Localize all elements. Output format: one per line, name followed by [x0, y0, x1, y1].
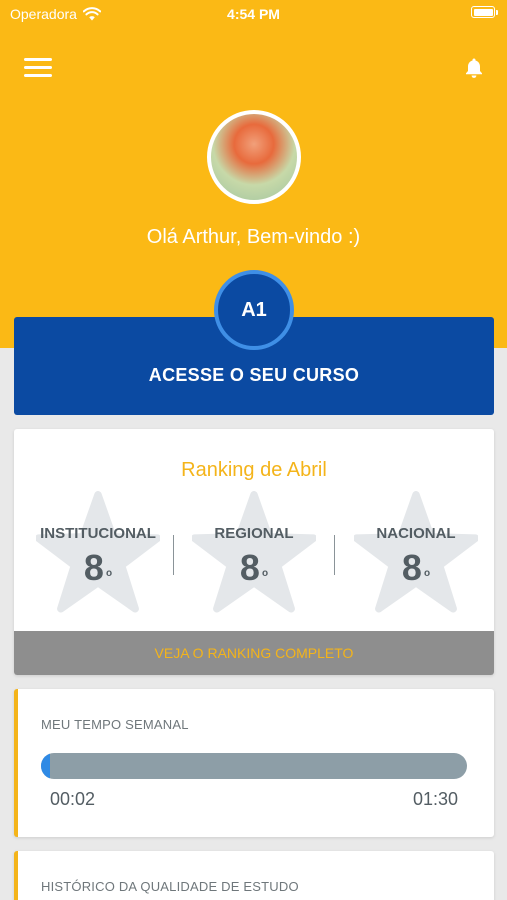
ranking-national: NACIONAL 8o: [338, 491, 494, 615]
battery-icon: [471, 6, 498, 18]
ranking-label: REGIONAL: [214, 525, 294, 542]
weekly-time-progress-bar: [41, 753, 467, 779]
status-bar: Operadora 4:54 PM: [0, 0, 507, 28]
avatar[interactable]: [207, 110, 301, 204]
ranking-title: Ranking de Abril: [181, 459, 327, 481]
ranking-card: Ranking de Abril INSTITUCIONAL 8o REGION…: [14, 429, 494, 675]
access-course-label: ACESSE O SEU CURSO: [148, 365, 360, 385]
hamburger-menu-icon[interactable]: [24, 58, 52, 80]
weekly-time-card[interactable]: MEU TEMPO SEMANAL 00:02 01:30: [14, 689, 494, 837]
level-badge: A1: [214, 270, 294, 350]
ranking-regional: REGIONAL 8o: [176, 491, 332, 615]
ranking-value: 8o: [401, 547, 431, 588]
study-history-card[interactable]: HISTÓRICO DA QUALIDADE DE ESTUDO: [14, 851, 494, 900]
divider: [334, 535, 335, 575]
status-time: 4:54 PM: [227, 6, 280, 22]
ranking-value: 8o: [83, 547, 113, 588]
weekly-time-label: MEU TEMPO SEMANAL: [41, 717, 189, 732]
ranking-institutional: INSTITUCIONAL 8o: [20, 491, 176, 615]
ranking-label: INSTITUCIONAL: [40, 525, 156, 542]
bell-icon[interactable]: [462, 56, 486, 80]
progress-fill: [41, 753, 51, 779]
ranking-value: 8o: [239, 547, 269, 588]
divider: [173, 535, 174, 575]
study-history-label: HISTÓRICO DA QUALIDADE DE ESTUDO: [41, 879, 299, 894]
ranking-label: NACIONAL: [376, 525, 456, 542]
full-ranking-link[interactable]: VEJA O RANKING COMPLETO: [14, 631, 494, 675]
greeting-text: Olá Arthur, Bem-vindo :): [146, 226, 361, 248]
weekly-time-current: 00:02: [50, 789, 96, 809]
weekly-time-goal: 01:30: [412, 789, 458, 809]
